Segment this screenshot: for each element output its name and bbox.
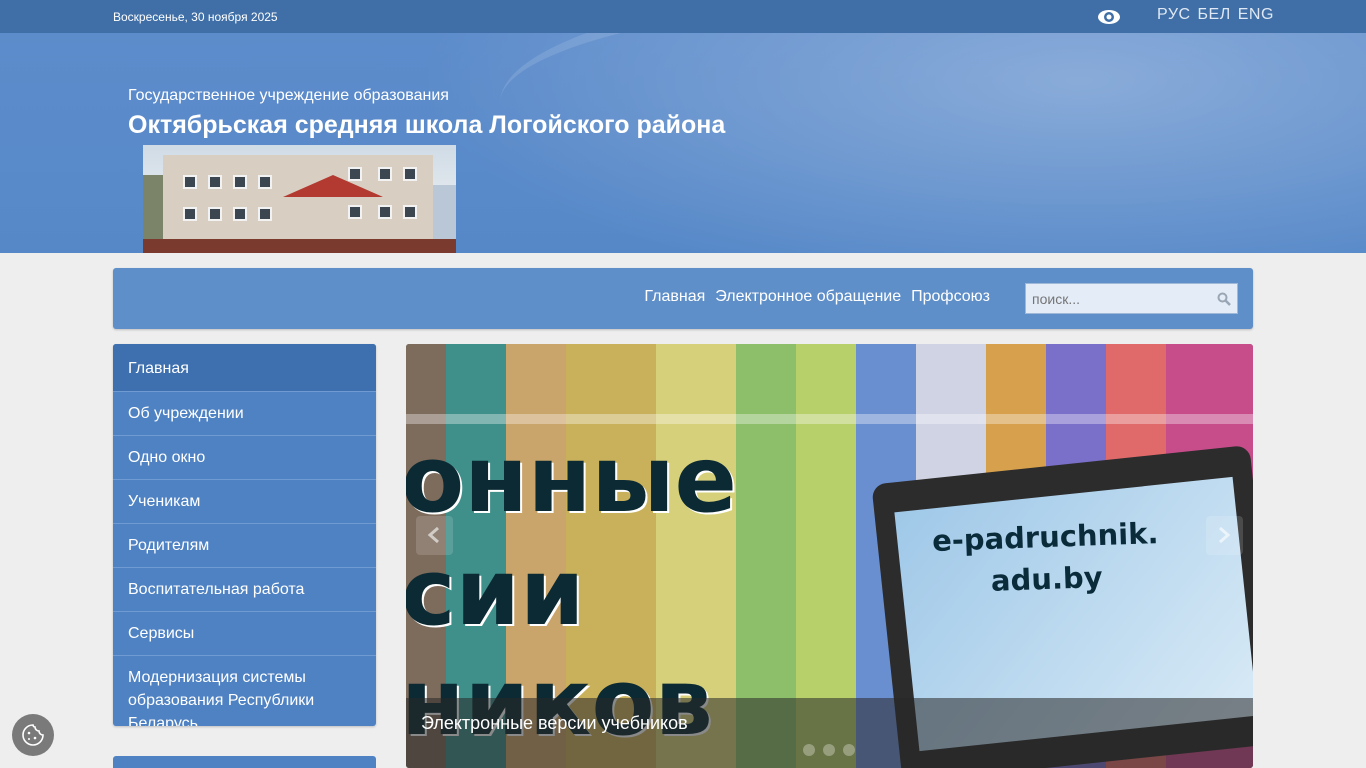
nav-link-e-appeal[interactable]: Электронное обращение xyxy=(715,288,901,306)
sidebar-second-block xyxy=(113,756,376,768)
site-title[interactable]: Октябрьская средняя школа Логойского рай… xyxy=(128,111,725,140)
sidebar-menu: Главная Об учреждении Одно окно Ученикам… xyxy=(113,344,376,726)
sidebar-item-modernization[interactable]: Модернизация системы образования Республ… xyxy=(113,656,376,726)
sidebar-item-students[interactable]: Ученикам xyxy=(113,480,376,524)
top-bar: Воскресенье, 30 ноября 2025 РУС БЕЛ ENG xyxy=(0,0,1366,33)
cookie-settings-button[interactable] xyxy=(12,714,54,756)
sidebar-item-modernization-line2: образования Республики Беларусь xyxy=(128,692,315,726)
tablet-text: e-padruchnik. adu.by xyxy=(920,512,1173,605)
institution-type: Государственное учреждение образования xyxy=(128,87,449,104)
search-icon[interactable] xyxy=(1217,292,1231,306)
sidebar-item-home[interactable]: Главная xyxy=(113,344,376,392)
current-date: Воскресенье, 30 ноября 2025 xyxy=(113,10,278,24)
tablet-text-line-2: adu.by xyxy=(990,560,1104,598)
slider-prev-button[interactable] xyxy=(416,516,453,555)
slide-text-line-2: сии xyxy=(406,539,585,646)
search-box xyxy=(1025,283,1238,314)
eye-icon[interactable] xyxy=(1097,8,1121,26)
slider-dot-2[interactable] xyxy=(823,744,835,756)
nav-link-trade-union[interactable]: Профсоюз xyxy=(911,288,990,306)
main-navbar: Главная Электронное обращение Профсоюз xyxy=(113,268,1253,329)
school-building-photo xyxy=(143,145,456,253)
tablet-text-line-1: e-padruchnik. xyxy=(931,516,1160,558)
news-slider[interactable]: онные сии ников e-padruchnik. adu.by Эле… xyxy=(406,344,1253,768)
slider-dot-1[interactable] xyxy=(803,744,815,756)
sidebar-item-upbringing[interactable]: Воспитательная работа xyxy=(113,568,376,612)
slider-next-button[interactable] xyxy=(1206,516,1243,555)
sidebar-item-parents[interactable]: Родителям xyxy=(113,524,376,568)
slider-pagination xyxy=(803,744,855,756)
search-input[interactable] xyxy=(1026,284,1216,313)
sidebar-item-modernization-line1: Модернизация системы xyxy=(128,669,306,686)
language-switcher: РУС БЕЛ ENG xyxy=(1157,6,1274,24)
lang-en[interactable]: ENG xyxy=(1238,6,1274,24)
top-nav-links: Главная Электронное обращение Профсоюз xyxy=(644,288,990,306)
slide-text-line-1: онные xyxy=(406,426,737,533)
lang-by[interactable]: БЕЛ xyxy=(1198,6,1231,24)
slider-dot-3[interactable] xyxy=(843,744,855,756)
sidebar-item-services[interactable]: Сервисы xyxy=(113,612,376,656)
nav-link-home[interactable]: Главная xyxy=(644,288,705,306)
lang-ru[interactable]: РУС xyxy=(1157,6,1191,24)
sidebar-item-about[interactable]: Об учреждении xyxy=(113,392,376,436)
slide-caption-bar: Электронные версии учебников xyxy=(406,698,1253,768)
site-header: Государственное учреждение образования О… xyxy=(0,33,1366,253)
sidebar-item-one-window[interactable]: Одно окно xyxy=(113,436,376,480)
slide-caption[interactable]: Электронные версии учебников xyxy=(421,713,688,734)
